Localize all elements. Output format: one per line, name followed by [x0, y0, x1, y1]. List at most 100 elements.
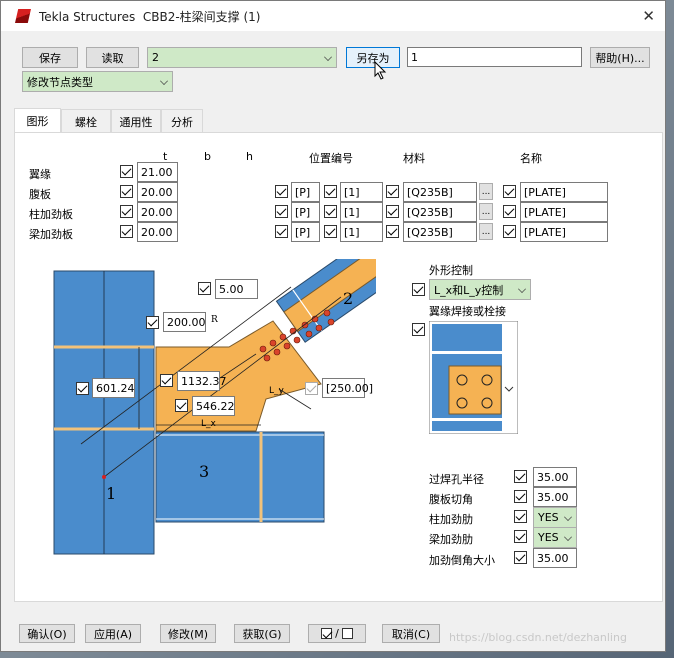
param-checkbox[interactable] [514, 470, 527, 483]
chevron-down-icon [324, 53, 332, 61]
ly-label: L_y [269, 386, 285, 396]
beam-stiffener-prefix-checkbox[interactable] [275, 225, 288, 238]
param-select[interactable]: YES [533, 527, 577, 548]
web-start-checkbox[interactable] [324, 185, 337, 198]
column-stiffener-t-checkbox[interactable] [120, 205, 133, 218]
flange-t-field[interactable]: 21.00 [137, 162, 178, 182]
column-stiffener-name-checkbox[interactable] [503, 205, 516, 218]
col-header-h: h [246, 150, 253, 163]
web-material-browse-button[interactable]: ... [479, 183, 493, 200]
unchecked-box-icon [341, 628, 353, 639]
lx-length-field[interactable]: 1132.37 [177, 371, 227, 391]
brace-offset-checkbox[interactable] [305, 382, 318, 395]
param-checkbox[interactable] [514, 490, 527, 503]
web-t-checkbox[interactable] [120, 185, 133, 198]
checked-box-icon [321, 628, 333, 639]
work-point-icon [102, 475, 106, 479]
column-stiffener-start-field[interactable]: [1] [340, 202, 383, 222]
close-icon[interactable]: ✕ [642, 7, 655, 25]
web-name-checkbox[interactable] [503, 185, 516, 198]
ok-button[interactable]: 确认(O) [19, 624, 75, 643]
shape-control-checkbox[interactable] [412, 283, 425, 296]
toggle-all-checkboxes-button[interactable]: / [308, 624, 366, 643]
web-t-field[interactable]: 20.00 [137, 182, 178, 202]
offset-field[interactable]: 5.00 [215, 279, 258, 299]
ly-length-checkbox[interactable] [175, 399, 188, 412]
radius-field[interactable]: 200.00 [163, 312, 206, 332]
web-prefix-checkbox[interactable] [275, 185, 288, 198]
column-stiffener-material-checkbox[interactable] [386, 205, 399, 218]
part-number-3: 3 [199, 462, 209, 481]
weld-option-preview[interactable] [429, 321, 518, 434]
column-stiffener-name-field[interactable]: [PLATE] [520, 202, 608, 222]
tab-general[interactable]: 通用性 [111, 109, 161, 133]
column-stiffener-material-field[interactable]: [Q235B] [403, 202, 477, 222]
column-stiffener-material-browse-button[interactable]: ... [479, 203, 493, 220]
column-stiffener-t-field[interactable]: 20.00 [137, 202, 178, 222]
mouse-cursor-icon [374, 61, 387, 80]
help-button[interactable]: 帮助(H)... [590, 47, 650, 68]
param-checkbox[interactable] [514, 530, 527, 543]
web-prefix-field[interactable]: [P] [291, 182, 320, 202]
chevron-down-icon [564, 533, 572, 541]
offset-checkbox[interactable] [198, 282, 211, 295]
save-as-button[interactable]: 另存为 [346, 47, 400, 68]
vertical-length-field[interactable]: 601.24 [92, 378, 135, 398]
save-button[interactable]: 保存 [22, 47, 78, 68]
beam-stiffener-material-browse-button[interactable]: ... [479, 223, 493, 240]
chevron-down-icon [160, 77, 168, 85]
web-material-checkbox[interactable] [386, 185, 399, 198]
beam-stiffener-name-checkbox[interactable] [503, 225, 516, 238]
beam-stiffener-t-checkbox[interactable] [120, 225, 133, 238]
title-bar: Tekla Structures CBB2-柱梁间支撑 (1) ✕ [1, 1, 665, 31]
web-material-field[interactable]: [Q235B] [403, 182, 477, 202]
beam-stiffener-material-field[interactable]: [Q235B] [403, 222, 477, 242]
beam-stiffener-material-checkbox[interactable] [386, 225, 399, 238]
apply-button[interactable]: 应用(A) [85, 624, 141, 643]
tab-analysis[interactable]: 分析 [161, 109, 203, 133]
ly-length-field[interactable]: 546.22 [192, 396, 235, 416]
beam-stiffener-name-field[interactable]: [PLATE] [520, 222, 608, 242]
param-select[interactable]: YES [533, 507, 577, 528]
column-stiffener-prefix-field[interactable]: [P] [291, 202, 320, 222]
modify-button[interactable]: 修改(M) [160, 624, 216, 643]
beam-stiffener-t-field[interactable]: 20.00 [137, 222, 178, 242]
brace-offset-field[interactable]: [250.00] [322, 378, 373, 398]
param-label: 过焊孔半径 [429, 473, 484, 486]
tekla-logo-icon [15, 9, 31, 23]
watermark: https://blog.csdn.net/dezhanling [449, 631, 627, 644]
cancel-button[interactable]: 取消(C) [382, 624, 440, 643]
chevron-down-icon [564, 513, 572, 521]
part-number-1: 1 [106, 484, 116, 503]
column-stiffener-start-checkbox[interactable] [324, 205, 337, 218]
param-label: 加劲倒角大小 [429, 554, 495, 567]
param-field[interactable]: 35.00 [533, 467, 577, 487]
save-as-name-field[interactable]: 1 [407, 47, 582, 67]
tab-bolts[interactable]: 螺栓 [61, 109, 111, 133]
read-button[interactable]: 读取 [86, 47, 139, 68]
weld-checkbox[interactable] [412, 323, 425, 336]
flange-t-checkbox[interactable] [120, 165, 133, 178]
preset-select[interactable]: 2 [147, 47, 337, 68]
param-checkbox[interactable] [514, 551, 527, 564]
beam-stiffener-start-checkbox[interactable] [324, 225, 337, 238]
node-type-select[interactable]: 修改节点类型 [22, 71, 173, 92]
tab-graphics[interactable]: 图形 [14, 108, 61, 133]
shape-control-select[interactable]: L_x和L_y控制 [429, 279, 531, 300]
beam-stiffener-start-field[interactable]: [1] [340, 222, 383, 242]
col-header-position: 位置编号 [309, 152, 353, 165]
radius-checkbox[interactable] [146, 316, 159, 329]
beam-shape [155, 431, 325, 523]
web-name-field[interactable]: [PLATE] [520, 182, 608, 202]
column-stiffener-prefix-checkbox[interactable] [275, 205, 288, 218]
part-number-2: 2 [343, 289, 353, 308]
lx-length-checkbox[interactable] [160, 374, 173, 387]
web-start-field[interactable]: [1] [340, 182, 383, 202]
beam-stiffener-prefix-field[interactable]: [P] [291, 222, 320, 242]
get-button[interactable]: 获取(G) [234, 624, 290, 643]
vertical-length-checkbox[interactable] [76, 382, 89, 395]
param-checkbox[interactable] [514, 510, 527, 523]
param-field[interactable]: 35.00 [533, 487, 577, 507]
param-field[interactable]: 35.00 [533, 548, 577, 568]
row-label-web: 腹板 [29, 188, 51, 201]
